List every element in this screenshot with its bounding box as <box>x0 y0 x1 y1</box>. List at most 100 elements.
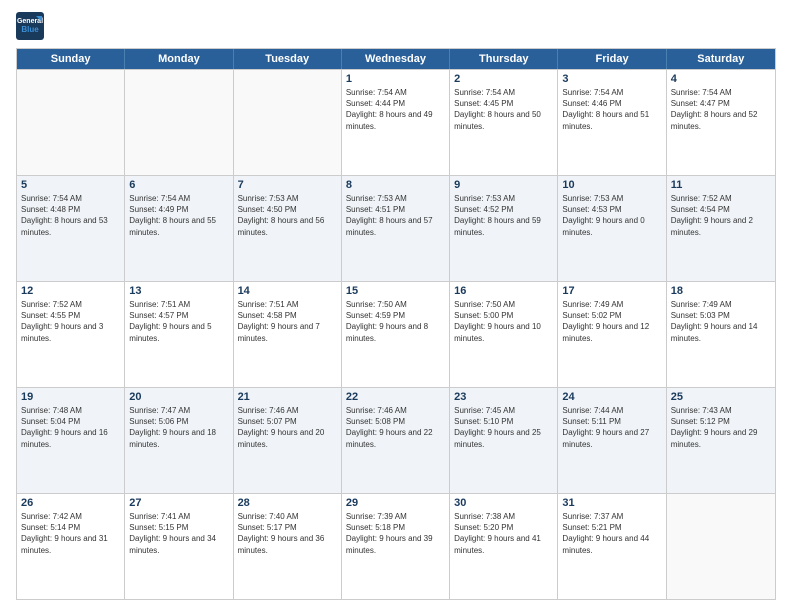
sunset-text: Sunset: 5:06 PM <box>129 416 228 427</box>
sunset-text: Sunset: 5:07 PM <box>238 416 337 427</box>
sunrise-text: Sunrise: 7:54 AM <box>346 87 445 98</box>
calendar-cell: 4Sunrise: 7:54 AMSunset: 4:47 PMDaylight… <box>667 70 775 175</box>
sunrise-text: Sunrise: 7:41 AM <box>129 511 228 522</box>
calendar-cell: 11Sunrise: 7:52 AMSunset: 4:54 PMDayligh… <box>667 176 775 281</box>
day-number: 28 <box>238 497 337 509</box>
calendar-header: SundayMondayTuesdayWednesdayThursdayFrid… <box>17 49 775 69</box>
daylight-text: Daylight: 9 hours and 27 minutes. <box>562 427 661 449</box>
calendar-cell: 14Sunrise: 7:51 AMSunset: 4:58 PMDayligh… <box>234 282 342 387</box>
day-number: 24 <box>562 391 661 403</box>
calendar-cell <box>234 70 342 175</box>
daylight-text: Daylight: 9 hours and 44 minutes. <box>562 533 661 555</box>
sunset-text: Sunset: 4:49 PM <box>129 204 228 215</box>
weekday-header-sunday: Sunday <box>17 49 125 69</box>
daylight-text: Daylight: 9 hours and 8 minutes. <box>346 321 445 343</box>
daylight-text: Daylight: 9 hours and 2 minutes. <box>671 215 771 237</box>
daylight-text: Daylight: 8 hours and 52 minutes. <box>671 109 771 131</box>
daylight-text: Daylight: 9 hours and 18 minutes. <box>129 427 228 449</box>
calendar-cell <box>17 70 125 175</box>
daylight-text: Daylight: 9 hours and 31 minutes. <box>21 533 120 555</box>
sunrise-text: Sunrise: 7:46 AM <box>346 405 445 416</box>
logo: General Blue <box>16 12 48 40</box>
daylight-text: Daylight: 8 hours and 51 minutes. <box>562 109 661 131</box>
calendar-cell: 24 Sunrise: 7:44 AMSunset: 5:11 PMDayligh… <box>558 388 666 493</box>
calendar-cell: 18Sunrise: 7:49 AMSunset: 5:03 PMDayligh… <box>667 282 775 387</box>
weekday-header-wednesday: Wednesday <box>342 49 450 69</box>
sunrise-text: Sunrise: 7:42 AM <box>21 511 120 522</box>
sunset-text: Sunset: 5:18 PM <box>346 522 445 533</box>
sunset-text: Sunset: 4:55 PM <box>21 310 120 321</box>
calendar-cell: 26 Sunrise: 7:42 AMSunset: 5:14 PMDayligh… <box>17 494 125 599</box>
sunset-text: Sunset: 4:52 PM <box>454 204 553 215</box>
day-number: 21 <box>238 391 337 403</box>
daylight-text: Daylight: 9 hours and 36 minutes. <box>238 533 337 555</box>
sunset-text: Sunset: 5:00 PM <box>454 310 553 321</box>
sunset-text: Sunset: 4:54 PM <box>671 204 771 215</box>
sunset-text: Sunset: 5:02 PM <box>562 310 661 321</box>
sunrise-text: Sunrise: 7:51 AM <box>238 299 337 310</box>
logo-icon: General Blue <box>16 12 44 40</box>
daylight-text: Daylight: 9 hours and 12 minutes. <box>562 321 661 343</box>
sunrise-text: Sunrise: 7:48 AM <box>21 405 120 416</box>
sunset-text: Sunset: 4:57 PM <box>129 310 228 321</box>
calendar-body: 1Sunrise: 7:54 AMSunset: 4:44 PMDaylight… <box>17 69 775 599</box>
calendar-row-1: 5Sunrise: 7:54 AMSunset: 4:48 PMDaylight… <box>17 175 775 281</box>
sunset-text: Sunset: 5:10 PM <box>454 416 553 427</box>
daylight-text: Daylight: 9 hours and 7 minutes. <box>238 321 337 343</box>
page: General Blue SundayMondayTuesdayWednesda… <box>0 0 792 612</box>
header: General Blue <box>16 12 776 40</box>
daylight-text: Daylight: 8 hours and 59 minutes. <box>454 215 553 237</box>
sunrise-text: Sunrise: 7:52 AM <box>671 193 771 204</box>
sunset-text: Sunset: 4:45 PM <box>454 98 553 109</box>
day-number: 12 <box>21 285 120 297</box>
calendar-cell: 23Sunrise: 7:45 AMSunset: 5:10 PMDayligh… <box>450 388 558 493</box>
sunset-text: Sunset: 5:03 PM <box>671 310 771 321</box>
day-number: 7 <box>238 179 337 191</box>
calendar-cell: 3Sunrise: 7:54 AMSunset: 4:46 PMDaylight… <box>558 70 666 175</box>
calendar-cell: 12Sunrise: 7:52 AMSunset: 4:55 PMDayligh… <box>17 282 125 387</box>
weekday-header-tuesday: Tuesday <box>234 49 342 69</box>
weekday-header-thursday: Thursday <box>450 49 558 69</box>
sunrise-text: Sunrise: 7:44 AM <box>562 405 661 416</box>
sunset-text: Sunset: 5:14 PM <box>21 522 120 533</box>
calendar-cell: 28Sunrise: 7:40 AMSunset: 5:17 PMDayligh… <box>234 494 342 599</box>
daylight-text: Daylight: 9 hours and 41 minutes. <box>454 533 553 555</box>
sunset-text: Sunset: 4:50 PM <box>238 204 337 215</box>
daylight-text: Daylight: 9 hours and 39 minutes. <box>346 533 445 555</box>
calendar-cell: 17Sunrise: 7:49 AMSunset: 5:02 PMDayligh… <box>558 282 666 387</box>
day-number: 20 <box>129 391 228 403</box>
daylight-text: Daylight: 9 hours and 16 minutes. <box>21 427 120 449</box>
sunrise-text: Sunrise: 7:54 AM <box>562 87 661 98</box>
sunrise-text: Sunrise: 7:53 AM <box>454 193 553 204</box>
day-number: 27 <box>129 497 228 509</box>
daylight-text: Daylight: 9 hours and 0 minutes. <box>562 215 661 237</box>
day-number: 15 <box>346 285 445 297</box>
sunrise-text: Sunrise: 7:53 AM <box>238 193 337 204</box>
daylight-text: Daylight: 8 hours and 50 minutes. <box>454 109 553 131</box>
sunset-text: Sunset: 4:58 PM <box>238 310 337 321</box>
daylight-text: Daylight: 8 hours and 56 minutes. <box>238 215 337 237</box>
calendar-cell: 21Sunrise: 7:46 AMSunset: 5:07 PMDayligh… <box>234 388 342 493</box>
day-number: 26 <box>21 497 120 509</box>
daylight-text: Daylight: 8 hours and 57 minutes. <box>346 215 445 237</box>
calendar-cell: 22Sunrise: 7:46 AMSunset: 5:08 PMDayligh… <box>342 388 450 493</box>
calendar-cell: 7 Sunrise: 7:53 AMSunset: 4:50 PMDaylight… <box>234 176 342 281</box>
calendar-cell <box>125 70 233 175</box>
day-number: 2 <box>454 73 553 85</box>
daylight-text: Daylight: 9 hours and 14 minutes. <box>671 321 771 343</box>
sunset-text: Sunset: 4:53 PM <box>562 204 661 215</box>
sunrise-text: Sunrise: 7:46 AM <box>238 405 337 416</box>
sunrise-text: Sunrise: 7:37 AM <box>562 511 661 522</box>
daylight-text: Daylight: 8 hours and 49 minutes. <box>346 109 445 131</box>
day-number: 17 <box>562 285 661 297</box>
calendar-cell: 6Sunrise: 7:54 AMSunset: 4:49 PMDaylight… <box>125 176 233 281</box>
calendar-cell: 2Sunrise: 7:54 AMSunset: 4:45 PMDaylight… <box>450 70 558 175</box>
calendar-row-0: 1Sunrise: 7:54 AMSunset: 4:44 PMDaylight… <box>17 69 775 175</box>
sunset-text: Sunset: 4:59 PM <box>346 310 445 321</box>
sunrise-text: Sunrise: 7:53 AM <box>346 193 445 204</box>
sunset-text: Sunset: 5:11 PM <box>562 416 661 427</box>
calendar-cell: 1Sunrise: 7:54 AMSunset: 4:44 PMDaylight… <box>342 70 450 175</box>
sunrise-text: Sunrise: 7:50 AM <box>454 299 553 310</box>
svg-text:Blue: Blue <box>21 25 39 34</box>
calendar-cell: 8Sunrise: 7:53 AMSunset: 4:51 PMDaylight… <box>342 176 450 281</box>
